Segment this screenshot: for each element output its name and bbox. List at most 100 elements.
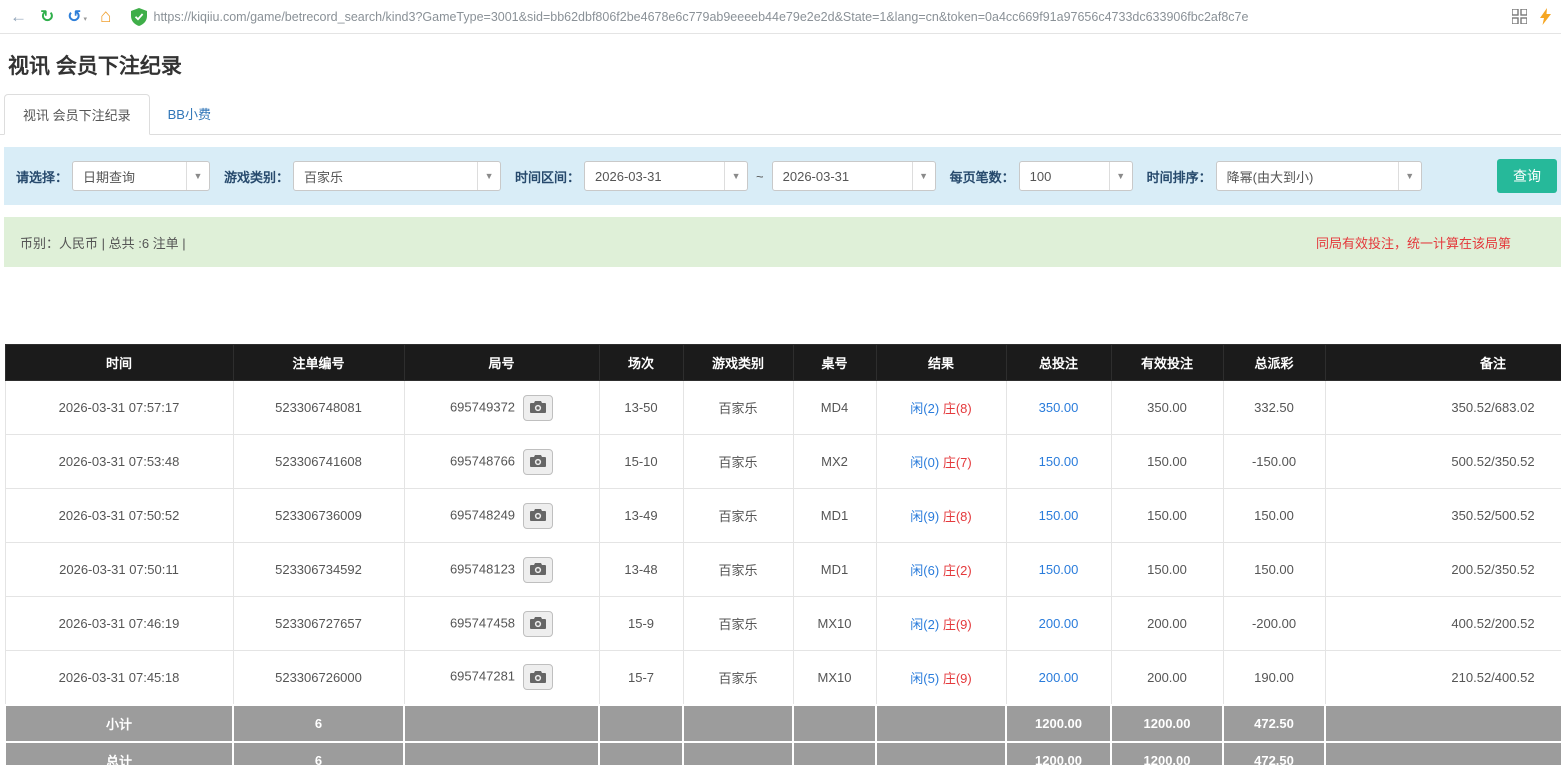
cell-round-id: 695748123 (404, 543, 599, 597)
footer-empty-cell (683, 705, 793, 742)
date-from-select[interactable]: 2026-03-31 ▼ (584, 161, 748, 191)
cell-session: 13-50 (599, 381, 683, 435)
browser-right-icons (1512, 8, 1551, 25)
chevron-down-icon[interactable]: ▼ (724, 162, 747, 190)
cell-result: 闲(5) 庄(9) (876, 651, 1006, 705)
footer-empty-cell (1325, 742, 1561, 765)
game-type-value: 百家乐 (294, 162, 477, 190)
cell-valid-bet: 200.00 (1111, 597, 1223, 651)
page-size-value: 100 (1020, 162, 1109, 190)
tab-bb-tips[interactable]: BB小费 (150, 94, 229, 135)
cell-table-no: MX10 (793, 651, 876, 705)
footer-empty-cell (876, 742, 1006, 765)
col-header-result: 结果 (876, 345, 1006, 381)
undo-icon[interactable]: ↺ (67, 8, 81, 25)
cell-valid-bet: 200.00 (1111, 651, 1223, 705)
cell-remark: 200.52/350.52 (1325, 543, 1561, 597)
col-header-table-no: 桌号 (793, 345, 876, 381)
col-header-round-id: 局号 (404, 345, 599, 381)
lightning-speed-icon[interactable] (1540, 8, 1551, 25)
col-header-payout: 总派彩 (1223, 345, 1325, 381)
round-replay-button[interactable] (523, 557, 553, 583)
total-bet-link[interactable]: 150.00 (1039, 508, 1079, 523)
cell-game-type: 百家乐 (683, 435, 793, 489)
cell-remark: 350.52/683.02 (1325, 381, 1561, 435)
round-id-text: 695747458 (450, 615, 515, 630)
table-row: 2026-03-31 07:45:18 523306726000 6957472… (5, 651, 1561, 705)
cell-round-id: 695747458 (404, 597, 599, 651)
total-bet-link[interactable]: 150.00 (1039, 562, 1079, 577)
summary-bar: 币别：人民币 | 总共 :6 注单 | 同局有效投注，统一计算在该局第 (4, 217, 1561, 267)
table-row: 2026-03-31 07:50:11 523306734592 6957481… (5, 543, 1561, 597)
result-player: 闲(2) (910, 401, 939, 416)
round-replay-button[interactable] (523, 503, 553, 529)
col-header-remark: 备注 (1325, 345, 1561, 381)
cell-remark: 350.52/500.52 (1325, 489, 1561, 543)
cell-game-type: 百家乐 (683, 651, 793, 705)
subtotal-label: 小计 (5, 705, 233, 742)
result-player: 闲(5) (910, 671, 939, 686)
chevron-down-icon[interactable]: ▼ (1109, 162, 1132, 190)
camera-icon (530, 617, 546, 630)
query-type-select[interactable]: 日期查询 ▼ (72, 161, 210, 191)
round-replay-button[interactable] (523, 449, 553, 475)
home-icon[interactable]: ⌂ (100, 7, 111, 26)
cell-payout: 332.50 (1223, 381, 1325, 435)
footer-empty-cell (599, 705, 683, 742)
total-row: 总计 6 1200.00 1200.00 472.50 (5, 742, 1561, 765)
query-button[interactable]: 查询 (1497, 159, 1557, 193)
back-icon[interactable]: ← (10, 8, 27, 25)
cell-remark: 500.52/350.52 (1325, 435, 1561, 489)
cell-session: 13-49 (599, 489, 683, 543)
total-bet-link[interactable]: 200.00 (1039, 616, 1079, 631)
game-type-select[interactable]: 百家乐 ▼ (293, 161, 501, 191)
round-replay-button[interactable] (523, 395, 553, 421)
cell-total-bet: 200.00 (1006, 651, 1111, 705)
filter-bar: 请选择： 日期查询 ▼ 游戏类别： 百家乐 ▼ 时间区间： 2026-03-31… (4, 147, 1561, 205)
round-id-text: 695748123 (450, 561, 515, 576)
cell-payout: 150.00 (1223, 543, 1325, 597)
chevron-down-icon[interactable]: ▼ (912, 162, 935, 190)
cell-bet-id: 523306736009 (233, 489, 404, 543)
cell-total-bet: 200.00 (1006, 597, 1111, 651)
cell-table-no: MX2 (793, 435, 876, 489)
apps-grid-icon[interactable] (1512, 9, 1527, 24)
total-bet-link[interactable]: 200.00 (1039, 670, 1079, 685)
col-header-bet-id: 注单编号 (233, 345, 404, 381)
date-to-select[interactable]: 2026-03-31 ▼ (772, 161, 936, 191)
time-sort-value: 降幂(由大到小) (1217, 162, 1398, 190)
cell-payout: -150.00 (1223, 435, 1325, 489)
cell-result: 闲(2) 庄(8) (876, 381, 1006, 435)
total-bet-link[interactable]: 350.00 (1039, 400, 1079, 415)
cell-total-bet: 350.00 (1006, 381, 1111, 435)
security-shield-icon[interactable] (131, 8, 147, 26)
time-sort-label: 时间排序： (1147, 167, 1212, 186)
cell-time: 2026-03-31 07:46:19 (5, 597, 233, 651)
camera-icon (530, 509, 546, 522)
cell-game-type: 百家乐 (683, 597, 793, 651)
time-sort-select[interactable]: 降幂(由大到小) ▼ (1216, 161, 1422, 191)
cell-game-type: 百家乐 (683, 543, 793, 597)
cell-time: 2026-03-31 07:45:18 (5, 651, 233, 705)
page-size-select[interactable]: 100 ▼ (1019, 161, 1133, 191)
round-id-text: 695749372 (450, 399, 515, 414)
col-header-game-type: 游戏类别 (683, 345, 793, 381)
address-bar[interactable]: https://kiqiiu.com/game/betrecord_search… (131, 8, 1500, 26)
col-header-total-bet: 总投注 (1006, 345, 1111, 381)
footer-empty-cell (876, 705, 1006, 742)
cell-time: 2026-03-31 07:50:11 (5, 543, 233, 597)
result-banker: 庄(7) (943, 455, 972, 470)
url-text[interactable]: https://kiqiiu.com/game/betrecord_search… (154, 10, 1500, 24)
chevron-down-icon[interactable]: ▼ (1398, 162, 1421, 190)
tab-bet-records[interactable]: 视讯 会员下注纪录 (4, 94, 150, 135)
undo-dropdown-caret-icon[interactable]: ▾ (84, 15, 88, 25)
undo-control[interactable]: ↺ ▾ (67, 8, 87, 25)
table-row: 2026-03-31 07:46:19 523306727657 6957474… (5, 597, 1561, 651)
camera-icon (530, 455, 546, 468)
chevron-down-icon[interactable]: ▼ (477, 162, 500, 190)
refresh-icon[interactable]: ↻ (40, 8, 54, 25)
chevron-down-icon[interactable]: ▼ (186, 162, 209, 190)
total-bet-link[interactable]: 150.00 (1039, 454, 1079, 469)
round-replay-button[interactable] (523, 664, 553, 690)
round-replay-button[interactable] (523, 611, 553, 637)
